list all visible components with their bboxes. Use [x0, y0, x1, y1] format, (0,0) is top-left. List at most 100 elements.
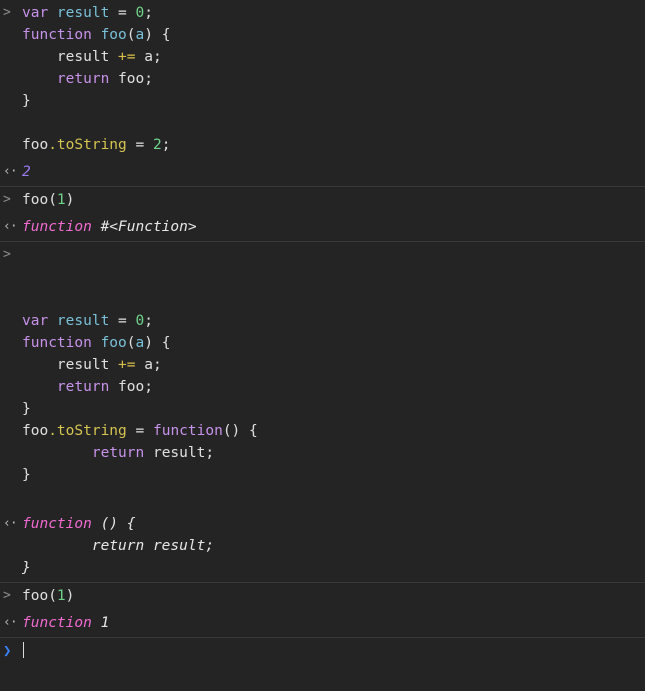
code-line: 2: [22, 161, 639, 183]
token-resnum: 2: [22, 164, 31, 180]
token-plain: result;: [144, 445, 215, 461]
token-fnkw: function: [22, 516, 101, 532]
token-val: return result;: [22, 538, 215, 554]
token-param: a: [135, 27, 145, 43]
token-num: 2: [152, 137, 162, 153]
console-input-second-snippet: > var result = 0; function foo(a) { resul…: [0, 241, 645, 511]
token-plain: ;: [144, 5, 153, 21]
code-line: result += a;: [22, 354, 639, 376]
console-active-prompt-text[interactable]: [22, 640, 645, 662]
console-output-function-hash: ‹· function #<Function>: [0, 214, 645, 241]
code-line: function foo(a) {: [22, 24, 639, 46]
console-output-function-source: ‹· function () { return result;}: [0, 511, 645, 582]
code-line: return result;: [22, 442, 639, 464]
token-fname: foo: [100, 335, 127, 351]
token-op: +=: [118, 49, 136, 65]
code-line: return foo;: [22, 68, 639, 90]
token-fnkw: function: [22, 219, 101, 235]
code-line: foo(1): [22, 189, 639, 211]
token-plain: ;: [161, 137, 171, 153]
token-param: a: [135, 335, 145, 351]
token-plain: }: [22, 467, 31, 483]
token-eq: =: [135, 423, 145, 439]
javascript-console[interactable]: > var result = 0; function foo(a) { result…: [0, 0, 645, 691]
token-kw: var: [22, 313, 57, 329]
token-plain: ;: [144, 313, 153, 329]
token-kw: return: [91, 445, 145, 461]
token-kw: return: [56, 379, 110, 395]
token-kw: var: [22, 5, 57, 21]
token-kw: function: [22, 27, 101, 43]
token-num: 1: [56, 192, 66, 208]
code-line: }: [22, 398, 639, 420]
token-num: 0: [135, 5, 145, 21]
console-input-first-snippet-text: var result = 0; function foo(a) { result …: [22, 2, 645, 156]
console-input-second-snippet-text: var result = 0; function foo(a) { result …: [22, 244, 645, 508]
console-empty-area[interactable]: [0, 665, 645, 691]
code-line: return result;: [22, 535, 639, 557]
console-input-foo-call-1: > foo(1): [0, 186, 645, 214]
token-plain: ) {: [144, 335, 171, 351]
console-input-foo-call-1-text: foo(1): [22, 189, 645, 211]
input-prompt-chevron: >: [3, 588, 11, 603]
code-line: function foo(a) {: [22, 332, 639, 354]
token-plain: () {: [222, 423, 258, 439]
token-plain: foo(: [22, 192, 57, 208]
code-line: function #<Function>: [22, 216, 639, 238]
console-output-function-one-text: function 1: [22, 612, 645, 634]
token-eq: =: [135, 137, 145, 153]
token-plain: (: [126, 27, 136, 43]
active-prompt-chevron: ❯: [3, 643, 12, 659]
token-plain: foo;: [109, 71, 153, 87]
token-op: +=: [118, 357, 136, 373]
input-prompt-chevron: >: [3, 247, 11, 262]
code-line: var result = 0;: [22, 310, 639, 332]
token-plain: a;: [135, 357, 162, 373]
token-plain: foo;: [109, 379, 153, 395]
token-plain: }: [22, 401, 31, 417]
code-line: foo(1): [22, 585, 639, 607]
token-prop: .toString: [48, 423, 127, 439]
token-plain: result: [22, 357, 119, 373]
token-plain: }: [22, 93, 31, 109]
token-prop: .toString: [48, 137, 127, 153]
output-return-arrow: ‹·: [3, 164, 18, 179]
code-line: }: [22, 90, 639, 112]
token-plain: a;: [135, 49, 162, 65]
code-line: [22, 640, 639, 662]
code-line: function 1: [22, 612, 639, 634]
console-output-function-source-text: function () { return result;}: [22, 513, 645, 579]
token-plain: (: [126, 335, 136, 351]
console-output-two: ‹· 2: [0, 159, 645, 186]
token-num: 1: [56, 588, 66, 604]
code-line: }: [22, 464, 639, 486]
token-plain: ): [65, 192, 75, 208]
output-return-arrow: ‹·: [3, 516, 18, 531]
text-cursor: [23, 642, 24, 658]
console-active-prompt[interactable]: ❯: [0, 637, 645, 665]
token-decl: result: [56, 313, 110, 329]
input-prompt-chevron: >: [3, 5, 11, 20]
code-line: function () {: [22, 513, 639, 535]
code-line: }: [22, 557, 639, 579]
token-plain: result: [22, 49, 119, 65]
console-output-function-hash-text: function #<Function>: [22, 216, 645, 238]
code-line: return foo;: [22, 376, 639, 398]
console-input-foo-call-2-text: foo(1): [22, 585, 645, 607]
output-return-arrow: ‹·: [3, 219, 18, 234]
